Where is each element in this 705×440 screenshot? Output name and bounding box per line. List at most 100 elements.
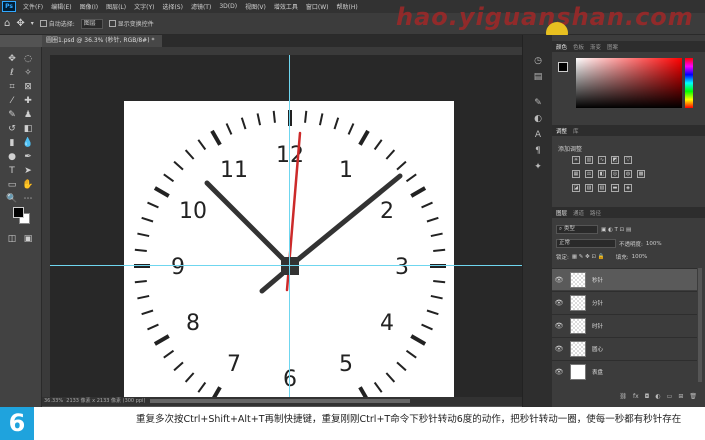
trash-icon[interactable]: 🗑 — [689, 393, 697, 400]
checkbox-box[interactable] — [39, 20, 47, 27]
horizontal-scrollbar[interactable] — [150, 399, 410, 403]
glyphs-icon[interactable]: ✦ — [532, 161, 544, 173]
color-picker-field[interactable] — [576, 58, 682, 108]
layers-scrollbar[interactable] — [698, 268, 702, 382]
tab-adjustments[interactable]: 调整 — [556, 127, 567, 135]
chevron-down-icon[interactable]: ▾ — [31, 20, 34, 27]
dodge-tool-icon[interactable]: ● — [6, 151, 18, 163]
link-icon[interactable]: ⛓ — [619, 393, 627, 400]
tab-color[interactable]: 颜色 — [556, 43, 567, 51]
path-select-icon[interactable]: ➤ — [22, 165, 34, 177]
move-tool-icon[interactable]: ✥ — [6, 53, 18, 65]
selective-color-icon[interactable]: ◈ — [624, 184, 632, 192]
menu-plugins[interactable]: 增效工具 — [270, 2, 302, 11]
menu-file[interactable]: 文件(F) — [19, 2, 47, 11]
color-panel-foreground-swatch[interactable] — [558, 62, 568, 72]
menu-view[interactable]: 视图(V) — [241, 2, 270, 11]
paragraph-icon[interactable]: ¶ — [532, 145, 544, 157]
brush-tool-icon[interactable]: ✎ — [6, 109, 18, 121]
fill-value[interactable]: 100% — [632, 254, 648, 260]
vibrance-icon[interactable]: ▽ — [624, 156, 632, 164]
menu-filter[interactable]: 滤镜(T) — [187, 2, 215, 11]
adjust-icon[interactable]: ◐ — [532, 113, 544, 125]
menu-select[interactable]: 选择(S) — [158, 2, 187, 11]
menu-help[interactable]: 帮助(H) — [333, 2, 362, 11]
tab-swatches[interactable]: 色板 — [573, 43, 584, 51]
new-layer-icon[interactable]: ⊞ — [678, 393, 683, 400]
marquee-tool-icon[interactable]: ◌ — [22, 53, 34, 65]
history-brush-icon[interactable]: ↺ — [6, 123, 18, 135]
eye-icon[interactable]: 👁 — [552, 299, 566, 307]
filter-icons[interactable]: ▣ ◐ T ⊡ ▤ — [601, 227, 631, 233]
character-icon[interactable]: A — [532, 129, 544, 141]
exposure-icon[interactable]: ◩ — [611, 156, 619, 164]
invert-icon[interactable]: ◪ — [572, 184, 580, 192]
tab-channels[interactable]: 通道 — [573, 209, 584, 217]
layer-filter-kind[interactable]: ⌕ 类型 — [556, 225, 598, 234]
auto-select-checkbox[interactable]: 自动选择: — [39, 19, 75, 28]
menu-image[interactable]: 图像(I) — [76, 2, 102, 11]
color-balance-icon[interactable]: ⚖ — [585, 170, 593, 178]
adjustment-layer-icon[interactable]: ◐ — [655, 393, 660, 400]
fx-icon[interactable]: fx — [633, 393, 639, 400]
properties-icon[interactable]: ▤ — [532, 71, 544, 83]
document-tab[interactable]: 圆圈1.psd @ 36.3% (秒针, RGB/8#) * — [42, 35, 162, 47]
color-lookup-icon[interactable]: ▩ — [637, 170, 645, 178]
move-tool-icon[interactable]: ✥ — [16, 18, 24, 29]
mask-icon[interactable]: ◘ — [645, 393, 650, 400]
eye-icon[interactable]: 👁 — [552, 368, 566, 376]
gradient-tool-icon[interactable]: ▮ — [6, 137, 18, 149]
auto-select-dropdown[interactable]: 图层 — [80, 18, 103, 29]
show-transform-checkbox[interactable]: 显示变换控件 — [108, 19, 154, 28]
tab-libraries[interactable]: 库 — [573, 127, 579, 135]
frame-tool-icon[interactable]: ⊠ — [22, 81, 34, 93]
zoom-tool-icon[interactable]: 🔍 — [6, 193, 18, 205]
layer-row[interactable]: 👁 分针 — [552, 291, 697, 313]
menu-3d[interactable]: 3D(D) — [215, 3, 241, 10]
horizontal-ruler[interactable] — [42, 47, 522, 55]
eraser-tool-icon[interactable]: ◧ — [22, 123, 34, 135]
more-tools-icon[interactable]: ⋯ — [22, 193, 34, 205]
history-icon[interactable]: ◷ — [532, 55, 544, 67]
shape-tool-icon[interactable]: ▭ — [6, 179, 18, 191]
eye-icon[interactable]: 👁 — [552, 322, 566, 330]
eyedropper-icon[interactable]: ⁄ — [6, 95, 18, 107]
folder-icon[interactable]: ▭ — [667, 393, 673, 400]
levels-icon[interactable]: ▥ — [585, 156, 593, 164]
crop-tool-icon[interactable]: ⌗ — [6, 81, 18, 93]
menu-edit[interactable]: 编辑(E) — [47, 2, 75, 11]
stamp-tool-icon[interactable]: ♟ — [22, 109, 34, 121]
hue-sat-icon[interactable]: ▦ — [572, 170, 580, 178]
photo-filter-icon[interactable]: ◎ — [611, 170, 619, 178]
type-tool-icon[interactable]: T — [6, 165, 18, 177]
curves-icon[interactable]: ∿ — [598, 156, 606, 164]
pen-tool-icon[interactable]: ✒ — [22, 151, 34, 163]
tab-layers[interactable]: 图层 — [556, 209, 567, 217]
menu-window[interactable]: 窗口(W) — [302, 2, 333, 11]
checkbox-box[interactable] — [108, 20, 116, 27]
hue-slider[interactable] — [685, 58, 693, 108]
brightness-icon[interactable]: ☀ — [572, 156, 580, 164]
opacity-value[interactable]: 100% — [646, 241, 662, 247]
black-white-icon[interactable]: ◧ — [598, 170, 606, 178]
home-icon[interactable]: ⌂ — [4, 18, 10, 29]
lock-icons[interactable]: ▦ ✎ ✥ ⊡ 🔒 — [572, 254, 605, 260]
layer-row[interactable]: 👁 圆心 — [552, 337, 697, 359]
brush-settings-icon[interactable]: ✎ — [532, 97, 544, 109]
zoom-level[interactable]: 36.33% — [44, 398, 63, 404]
magic-wand-icon[interactable]: ✧ — [22, 67, 34, 79]
tab-gradients[interactable]: 渐变 — [590, 43, 601, 51]
threshold-icon[interactable]: ▧ — [598, 184, 606, 192]
quick-mask-icon[interactable]: ◫ — [6, 233, 18, 245]
healing-brush-icon[interactable]: ✚ — [22, 95, 34, 107]
layer-row[interactable]: 👁 时针 — [552, 314, 697, 336]
posterize-icon[interactable]: ▨ — [585, 184, 593, 192]
vertical-ruler[interactable] — [42, 47, 50, 397]
blur-tool-icon[interactable]: 💧 — [22, 137, 34, 149]
hand-tool-icon[interactable]: ✋ — [22, 179, 34, 191]
gradient-map-icon[interactable]: ▬ — [611, 184, 619, 192]
blend-mode-select[interactable]: 正常 — [556, 239, 616, 248]
layer-row[interactable]: 👁 表盘 — [552, 360, 697, 382]
lasso-tool-icon[interactable]: ℓ — [6, 67, 18, 79]
foreground-color-swatch[interactable] — [13, 207, 24, 218]
